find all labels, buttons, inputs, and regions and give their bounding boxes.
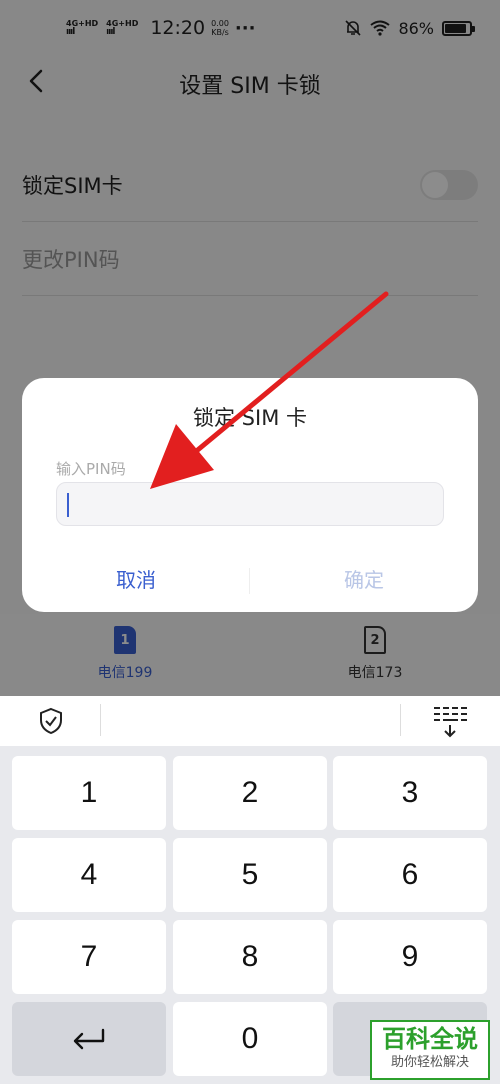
key-7[interactable]: 7	[12, 920, 166, 994]
cancel-button[interactable]: 取消	[22, 564, 250, 593]
key-1[interactable]: 1	[12, 756, 166, 830]
key-5[interactable]: 5	[173, 838, 327, 912]
confirm-button[interactable]: 确定	[250, 564, 478, 593]
key-6[interactable]: 6	[333, 838, 487, 912]
key-9[interactable]: 9	[333, 920, 487, 994]
watermark-logo: 百科全说 助你轻松解决	[370, 1020, 490, 1080]
toolbar-divider	[100, 704, 101, 736]
hide-keyboard-icon[interactable]	[432, 704, 468, 738]
watermark-title: 百科全说	[382, 1025, 478, 1053]
pin-input-label: 输入PIN码	[56, 460, 126, 478]
enter-key[interactable]	[12, 1002, 166, 1076]
pin-input[interactable]	[56, 482, 444, 526]
key-2[interactable]: 2	[173, 756, 327, 830]
key-4[interactable]: 4	[12, 838, 166, 912]
key-3[interactable]: 3	[333, 756, 487, 830]
dialog-title: 锁定 SIM 卡	[193, 406, 307, 430]
watermark-subtitle: 助你轻松解决	[390, 1055, 469, 1070]
text-caret	[67, 493, 69, 517]
key-0[interactable]: 0	[173, 1002, 327, 1076]
secure-shield-icon	[40, 707, 62, 735]
keyboard-toolbar	[0, 696, 500, 746]
key-8[interactable]: 8	[173, 920, 327, 994]
lock-sim-dialog: 锁定 SIM 卡 输入PIN码 取消 确定	[22, 378, 478, 612]
toolbar-divider	[400, 704, 401, 736]
return-icon	[73, 1028, 105, 1050]
